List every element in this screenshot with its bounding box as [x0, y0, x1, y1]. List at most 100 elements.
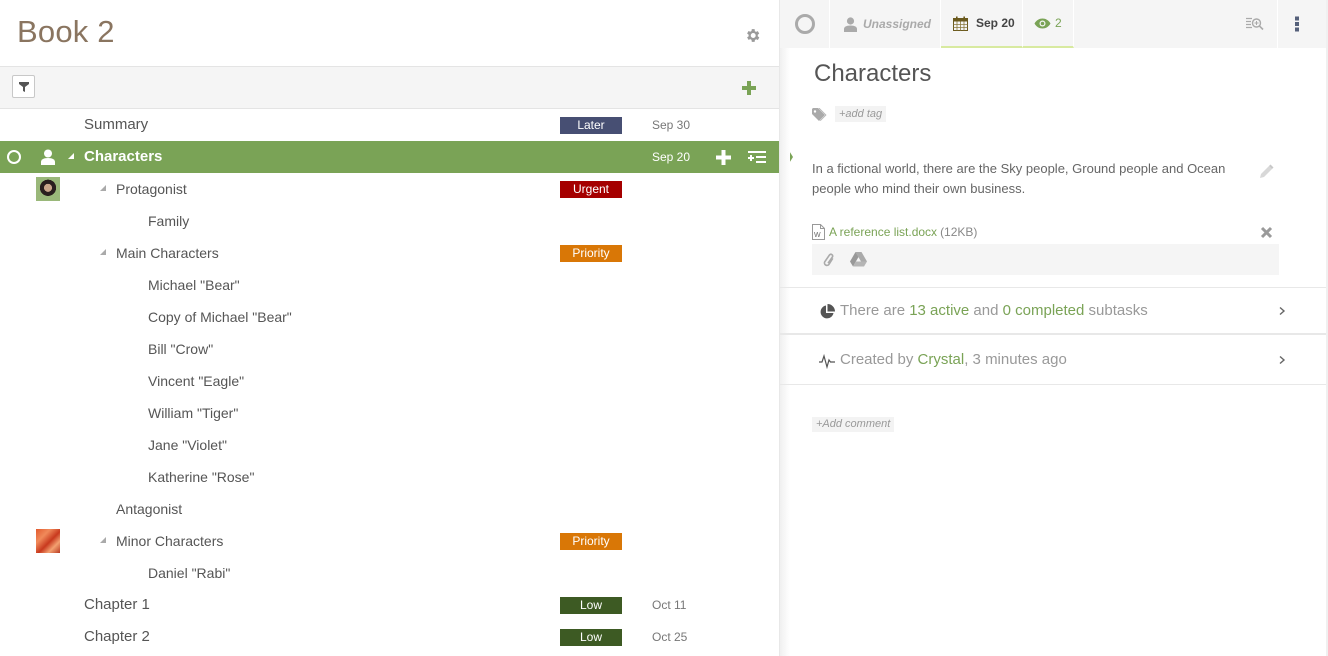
task-label[interactable]: Vincent "Eagle" — [148, 365, 244, 397]
task-label[interactable]: Antagonist — [116, 493, 182, 525]
due-date-button[interactable]: Sep 20 — [941, 0, 1023, 48]
task-row[interactable]: William "Tiger" — [0, 397, 780, 429]
project-header: Book 2 — [0, 0, 780, 66]
task-label[interactable]: Jane "Violet" — [148, 429, 227, 461]
attachment-item: W A reference list.docx (12KB) — [812, 223, 977, 241]
task-row[interactable]: Jane "Violet" — [0, 429, 780, 461]
add-subtask-icon[interactable] — [716, 150, 731, 165]
subtasks-summary-text: There are 13 active and 0 completed subt… — [840, 288, 1148, 334]
vertical-dots-icon[interactable] — [1294, 16, 1300, 32]
task-row[interactable]: Bill "Crow" — [0, 333, 780, 365]
task-row[interactable]: Vincent "Eagle" — [0, 365, 780, 397]
due-date-label: Sep 20 — [976, 16, 1015, 30]
priority-badge[interactable]: Urgent — [560, 181, 622, 198]
paperclip-icon[interactable] — [822, 252, 836, 268]
due-date: Sep 30 — [652, 118, 691, 132]
task-detail-pane: Unassigned Sep 20 2 Characters +add tag … — [780, 0, 1328, 656]
watchers-count: 2 — [1055, 16, 1062, 30]
task-label[interactable]: Bill "Crow" — [148, 333, 213, 365]
avatar[interactable] — [36, 177, 60, 201]
task-label[interactable]: Michael "Bear" — [148, 269, 240, 301]
chevron-right-icon — [1279, 355, 1286, 365]
list-toolbar — [0, 66, 780, 109]
add-tag-button[interactable]: +add tag — [835, 106, 887, 122]
close-x-icon[interactable] — [1260, 226, 1273, 239]
task-label[interactable]: Characters — [84, 141, 162, 173]
activity-row[interactable]: Created by Crystal, 3 minutes ago — [780, 337, 1326, 385]
task-title[interactable]: Characters — [814, 60, 931, 88]
task-row[interactable]: Chapter 1 Low Oct 11 — [0, 589, 780, 621]
user-icon — [844, 16, 857, 32]
list-search-icon — [1245, 17, 1264, 31]
created-author[interactable]: Crystal — [918, 351, 965, 368]
due-date: Oct 11 — [652, 598, 687, 612]
subtasks-summary-row[interactable]: There are 13 active and 0 completed subt… — [780, 287, 1326, 335]
task-label[interactable]: William "Tiger" — [148, 397, 238, 429]
watchers-button[interactable]: 2 — [1023, 0, 1074, 48]
priority-badge[interactable]: Low — [560, 597, 622, 614]
task-row[interactable]: Antagonist — [0, 493, 780, 525]
collapse-triangle-icon[interactable] — [100, 185, 106, 191]
activity-pulse-icon — [819, 353, 835, 369]
task-label[interactable]: Daniel "Rabi" — [148, 557, 230, 589]
task-label[interactable]: Copy of Michael "Bear" — [148, 301, 292, 333]
task-label[interactable]: Summary — [84, 109, 148, 141]
task-row[interactable]: Copy of Michael "Bear" — [0, 301, 780, 333]
priority-badge[interactable]: Low — [560, 629, 622, 646]
user-icon[interactable] — [41, 149, 55, 165]
complete-circle-icon[interactable] — [7, 150, 21, 164]
task-label[interactable]: Minor Characters — [116, 525, 223, 557]
task-row[interactable]: Family — [0, 205, 780, 237]
collapse-triangle-icon[interactable] — [68, 153, 74, 159]
task-row[interactable]: Main Characters Priority — [0, 237, 780, 269]
project-title: Book 2 — [17, 14, 115, 49]
task-label[interactable]: Chapter 2 — [84, 621, 150, 653]
task-row[interactable]: Summary Later Sep 30 — [0, 109, 780, 141]
gear-icon[interactable] — [744, 27, 761, 44]
due-date: Sep 20 — [652, 150, 691, 164]
add-comment-button[interactable]: +Add comment — [812, 417, 895, 432]
task-row[interactable]: Michael "Bear" — [0, 269, 780, 301]
add-list-icon[interactable] — [748, 151, 766, 164]
task-description[interactable]: In a fictional world, there are the Sky … — [812, 159, 1252, 199]
task-row-selected[interactable]: Characters Sep 20 — [0, 141, 793, 173]
active-count: 13 active — [909, 302, 970, 319]
task-label[interactable]: Katherine "Rose" — [148, 461, 254, 493]
svg-text:W: W — [814, 232, 821, 239]
filter-button[interactable] — [12, 75, 35, 98]
topbar-separator — [1277, 0, 1278, 48]
subtasks-middle: and — [969, 302, 1003, 319]
task-row[interactable]: Protagonist Urgent — [0, 173, 780, 205]
collapse-triangle-icon[interactable] — [100, 249, 106, 255]
add-task-button[interactable] — [741, 80, 757, 96]
priority-badge[interactable]: Priority — [560, 533, 622, 550]
pencil-icon[interactable] — [1259, 164, 1274, 179]
attachment-toolbar — [812, 244, 1279, 275]
task-row[interactable]: Minor Characters Priority — [0, 525, 780, 557]
task-row[interactable]: Daniel "Rabi" — [0, 557, 780, 589]
attachment-link[interactable]: A reference list.docx — [829, 225, 937, 239]
assignee-button[interactable]: Unassigned — [831, 0, 941, 48]
attachment-size: (12KB) — [940, 225, 978, 239]
collapse-triangle-icon[interactable] — [100, 537, 106, 543]
avatar[interactable] — [36, 529, 60, 553]
priority-badge[interactable]: Priority — [560, 245, 622, 262]
complete-status-button[interactable] — [780, 0, 830, 48]
task-row[interactable]: Katherine "Rose" — [0, 461, 780, 493]
task-label[interactable]: Chapter 1 — [84, 589, 150, 621]
completed-count: 0 completed — [1002, 302, 1085, 319]
task-row[interactable]: Chapter 2 Low Oct 25 — [0, 621, 780, 653]
created-time: , 3 minutes ago — [964, 351, 1067, 368]
task-label[interactable]: Family — [148, 205, 189, 237]
word-file-icon: W — [812, 224, 825, 240]
tag-icon — [812, 108, 827, 121]
task-label[interactable]: Protagonist — [116, 173, 187, 205]
circle-icon — [794, 14, 815, 34]
google-drive-icon[interactable] — [850, 252, 867, 267]
chevron-right-icon — [1279, 306, 1286, 316]
filter-icon — [18, 81, 29, 92]
due-date: Oct 25 — [652, 630, 688, 644]
priority-badge[interactable]: Later — [560, 117, 622, 134]
task-label[interactable]: Main Characters — [116, 237, 219, 269]
list-search-button[interactable] — [1242, 0, 1267, 48]
